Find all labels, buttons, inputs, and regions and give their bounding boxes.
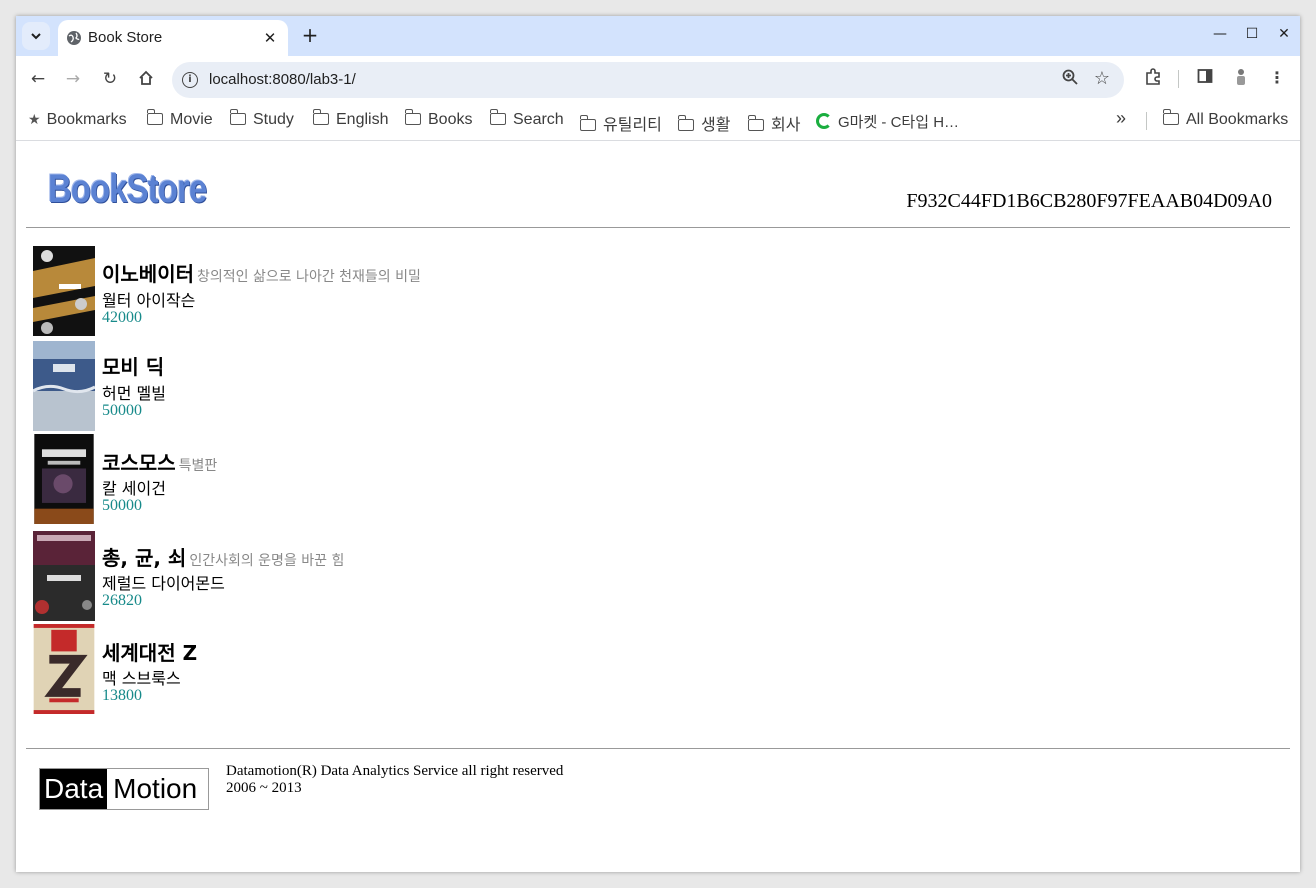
book-price: 50000 [102, 402, 142, 419]
bookmark-folder-study[interactable]: Study [229, 109, 294, 129]
folder-icon [146, 109, 163, 125]
bookmark-folder-utility[interactable]: 유틸리티 [579, 111, 662, 135]
site-info-icon[interactable]: i [182, 72, 198, 88]
book-item[interactable]: 모비 딕 허먼 멜빌 50000 [33, 341, 833, 433]
book-title[interactable]: 코스모스 특별판 [102, 447, 217, 476]
book-subtitle: 인간사회의 운명을 바꾼 힘 [189, 553, 345, 569]
folder-icon [1162, 109, 1179, 125]
book-item[interactable]: 세계대전 Z 맥 스브룩스 13800 [33, 624, 833, 716]
book-title[interactable]: 모비 딕 [102, 351, 167, 380]
bookmarks-overflow-button[interactable]: » [1116, 108, 1126, 129]
folder-icon [229, 109, 246, 125]
back-icon[interactable]: ← [27, 68, 49, 90]
book-price: 50000 [102, 497, 142, 514]
folder-icon [579, 115, 596, 131]
book-author: 제럴드 다이어몬드 [102, 574, 225, 593]
toolbar-divider [1178, 70, 1179, 88]
menu-icon[interactable]: ⋮ [1266, 68, 1288, 87]
profile-icon[interactable] [1230, 68, 1252, 90]
address-bar[interactable]: i localhost:8080/lab3-1/ ☆ [172, 62, 1124, 98]
book-item[interactable]: 코스모스 특별판 칼 세이건 50000 [33, 434, 833, 526]
close-window-icon[interactable]: ✕ [1274, 26, 1294, 42]
tab-title: Book Store [88, 29, 163, 46]
url-text[interactable]: localhost:8080/lab3-1/ [209, 71, 356, 88]
folder-icon [312, 109, 329, 125]
home-icon[interactable] [135, 68, 157, 90]
forward-icon[interactable]: → [62, 68, 84, 90]
book-author: 맥 스브룩스 [102, 669, 181, 688]
chevron-down-icon [31, 33, 41, 40]
folder-icon [677, 115, 694, 131]
bookmarks-button[interactable]: ★ Bookmarks [28, 111, 127, 129]
bookmark-folder-company[interactable]: 회사 [747, 111, 800, 135]
bookmark-folder-search[interactable]: Search [489, 109, 564, 129]
star-icon: ★ [28, 111, 41, 127]
book-price: 13800 [102, 687, 142, 704]
book-title[interactable]: 세계대전 Z [102, 637, 200, 666]
bookmarks-bar: ★ Bookmarks Movie Study English Books Sea… [16, 102, 1300, 141]
globe-icon [67, 31, 81, 45]
all-bookmarks-button[interactable]: All Bookmarks [1162, 109, 1288, 129]
extensions-icon[interactable] [1142, 68, 1164, 90]
book-subtitle: 창의적인 삶으로 나아간 천재들의 비밀 [197, 269, 421, 285]
book-author: 월터 아이작슨 [102, 291, 196, 310]
gmarket-favicon-icon [816, 113, 832, 129]
book-cover-moby-dick[interactable] [33, 341, 95, 431]
zoom-icon[interactable] [1062, 69, 1078, 89]
book-cover-innovators[interactable] [33, 246, 95, 336]
new-tab-button[interactable]: + [298, 24, 322, 48]
bookmark-star-icon[interactable]: ☆ [1094, 68, 1110, 89]
side-panel-icon[interactable] [1194, 68, 1216, 88]
book-title[interactable]: 이노베이터 창의적인 삶으로 나아간 천재들의 비밀 [102, 258, 421, 287]
tab-book-store[interactable]: Book Store ✕ [58, 20, 288, 56]
bookmarks-divider [1146, 112, 1147, 130]
bookmark-folder-books[interactable]: Books [404, 109, 472, 129]
book-item[interactable]: 총, 균, 쇠 인간사회의 운명을 바꾼 힘 제럴드 다이어몬드 26820 [33, 531, 833, 623]
book-title[interactable]: 총, 균, 쇠 인간사회의 운명을 바꾼 힘 [102, 542, 344, 571]
book-author: 칼 세이건 [102, 479, 166, 498]
header-divider [26, 227, 1290, 228]
datamotion-logo: Data Motion [39, 768, 209, 810]
folder-icon [489, 109, 506, 125]
tab-search-button[interactable] [22, 22, 50, 50]
book-price: 26820 [102, 592, 142, 609]
maximize-icon[interactable]: ☐ [1242, 26, 1262, 42]
bookmark-folder-english[interactable]: English [312, 109, 388, 129]
footer-divider [26, 748, 1290, 749]
session-id: F932C44FD1B6CB280F97FEAAB04D09A0 [906, 190, 1272, 212]
folder-icon [404, 109, 421, 125]
bookmark-folder-life[interactable]: 생활 [677, 111, 730, 135]
browser-window: Book Store ✕ + — ☐ ✕ ← → ↻ i localhost:8… [16, 16, 1300, 872]
book-price: 42000 [102, 309, 142, 326]
bookmark-gmarket[interactable]: G마켓 - C타입 H… [816, 111, 959, 132]
title-bar: Book Store ✕ + — ☐ ✕ [16, 16, 1300, 56]
close-tab-icon[interactable]: ✕ [260, 28, 280, 48]
book-cover-cosmos[interactable] [33, 434, 95, 524]
bookstore-logo[interactable]: BookStore [48, 167, 207, 212]
footer-copyright: Datamotion(R) Data Analytics Service all… [226, 763, 564, 796]
reload-icon[interactable]: ↻ [99, 68, 121, 90]
toolbar: ← → ↻ i localhost:8080/lab3-1/ ☆ ⋮ [16, 56, 1300, 102]
book-author: 허먼 멜빌 [102, 384, 166, 403]
page-content: BookStore F932C44FD1B6CB280F97FEAAB04D09… [16, 141, 1300, 872]
book-cover-world-war-z[interactable] [33, 624, 95, 714]
minimize-icon[interactable]: — [1210, 26, 1230, 42]
bookmark-folder-movie[interactable]: Movie [146, 109, 213, 129]
book-cover-guns-germs-steel[interactable] [33, 531, 95, 621]
book-subtitle: 특별판 [178, 458, 218, 474]
folder-icon [747, 115, 764, 131]
book-item[interactable]: 이노베이터 창의적인 삶으로 나아간 천재들의 비밀 월터 아이작슨 42000 [33, 246, 833, 338]
